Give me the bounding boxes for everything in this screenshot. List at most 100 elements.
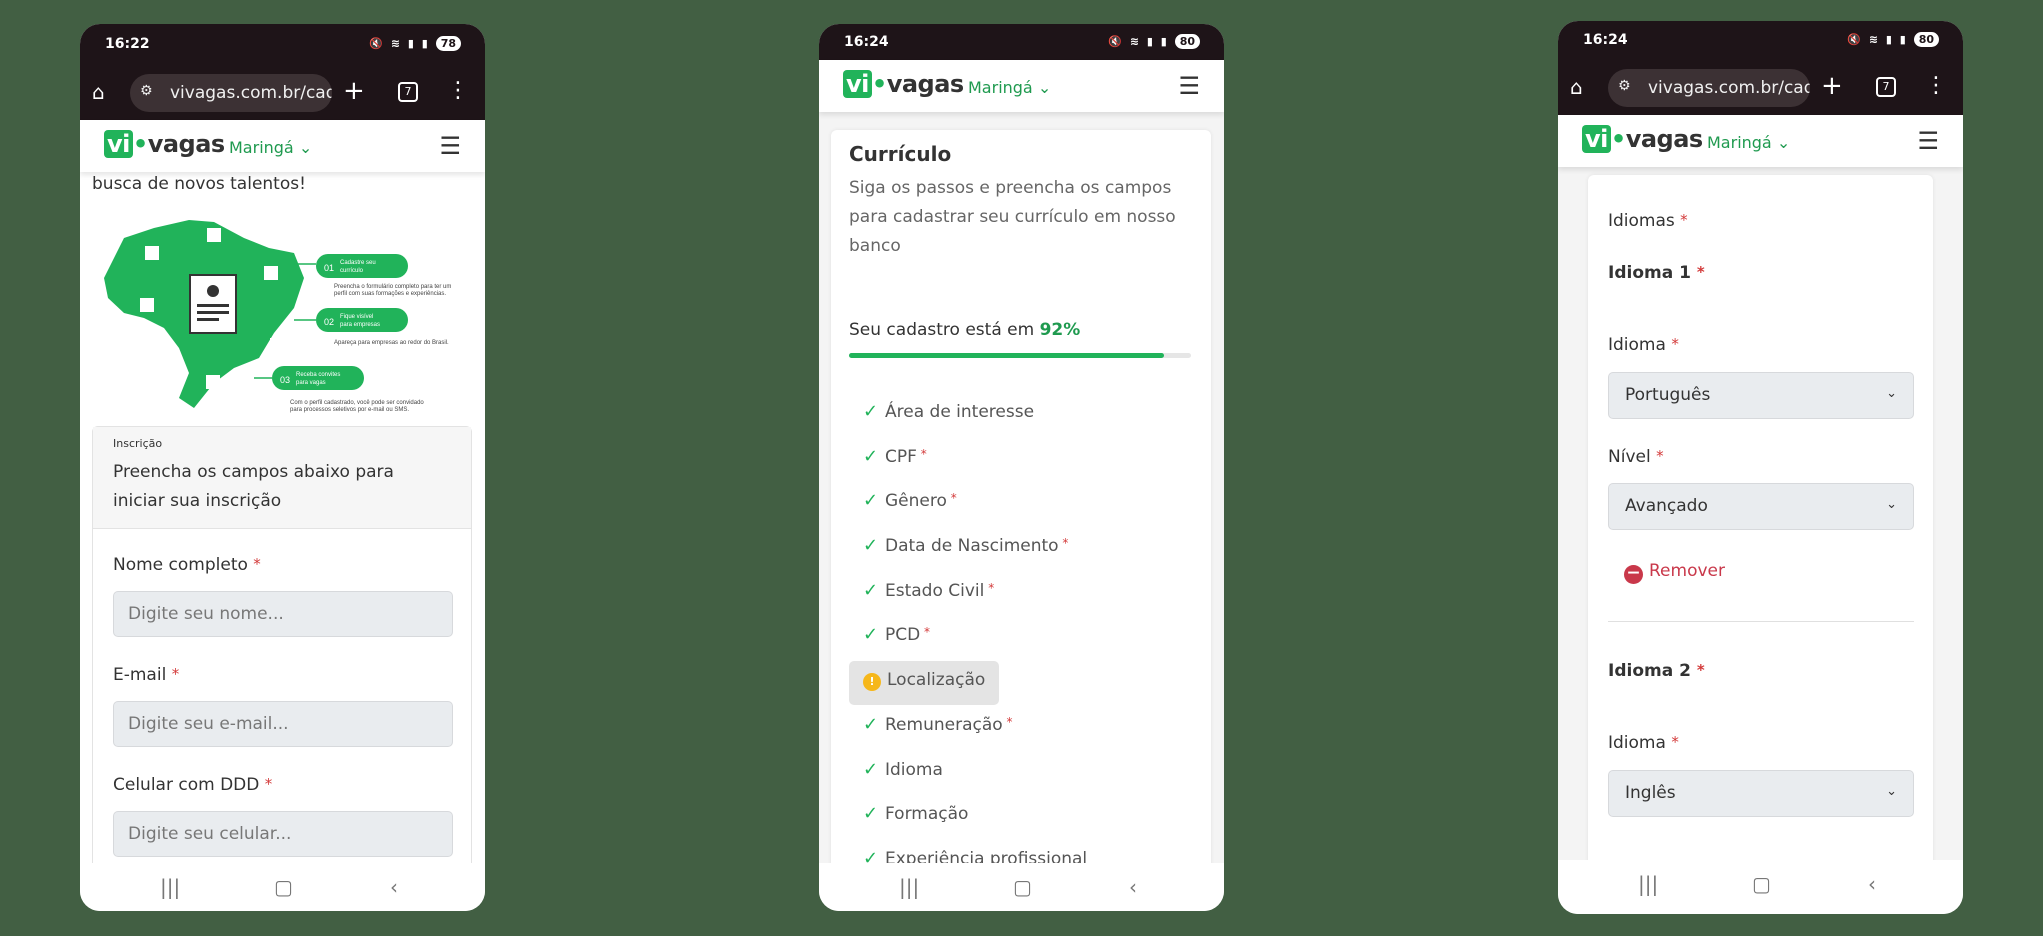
- status-time: 16:24: [1583, 32, 1628, 48]
- language-1-idioma-label: Idioma *: [1608, 335, 1679, 355]
- site-header: vi •vagas Maringá ⌄ ☰: [1558, 115, 1963, 167]
- language-2-idioma-label: Idioma *: [1608, 733, 1679, 753]
- battery-icon: 78: [435, 36, 461, 51]
- form-card-header: Inscrição Preencha os campos abaixo para…: [93, 427, 471, 529]
- home-button-icon[interactable]: ▢: [274, 875, 293, 899]
- vivagas-logo[interactable]: vi •vagas: [104, 130, 225, 158]
- svg-text:01: 01: [324, 263, 334, 273]
- tab-switcher-button[interactable]: 7: [398, 82, 418, 102]
- site-settings-icon[interactable]: ⚙: [140, 83, 153, 99]
- status-time: 16:24: [844, 34, 889, 50]
- step-item[interactable]: ✓ Formação: [849, 795, 1189, 840]
- chevron-down-icon: ⌄: [1886, 386, 1897, 401]
- building-icon: [207, 228, 221, 242]
- vivagas-logo[interactable]: vi •vagas: [1582, 125, 1703, 153]
- svg-text:Preencha o formulário completo: Preencha o formulário completo para ter …: [334, 284, 451, 290]
- city-selector[interactable]: Maringá ⌄: [1707, 133, 1790, 152]
- chevron-down-icon: ⌄: [1886, 784, 1897, 799]
- language-2-select[interactable]: Inglês ⌄: [1608, 770, 1914, 817]
- city-selector[interactable]: Maringá ⌄: [968, 78, 1051, 97]
- email-label: E-mail *: [113, 665, 180, 685]
- name-label: Nome completo *: [113, 555, 261, 575]
- brazil-map-infographic: 01 Cadastre seu currículo Preencha o for…: [104, 220, 451, 413]
- status-icons: 🔇 ≋ ▮ ▮ 78: [369, 36, 461, 51]
- step-item[interactable]: ✓ Idioma: [849, 751, 1189, 796]
- status-time: 16:22: [105, 36, 150, 52]
- required-mark: *: [984, 580, 995, 595]
- step-label: Localização: [887, 670, 986, 691]
- chevron-down-icon: ⌄: [298, 138, 313, 157]
- step-label: Estado Civil *: [885, 580, 995, 601]
- back-icon[interactable]: ‹: [390, 875, 398, 899]
- phone-screen-signup: 16:22 🔇 ≋ ▮ ▮ 78 ⌂ ⚙ vivagas.com.br/cada…: [80, 24, 485, 911]
- progress-text: Seu cadastro está em 92%: [849, 320, 1081, 340]
- page-content: Idiomas * Idioma 1 * Idioma * Português ⌄…: [1558, 167, 1963, 865]
- step-item[interactable]: ✓ Gênero *: [849, 482, 1189, 527]
- browser-menu-icon[interactable]: ⋮: [1925, 73, 1947, 98]
- divider: [1608, 621, 1914, 622]
- language-2-title: Idioma 2 *: [1608, 661, 1705, 681]
- email-input[interactable]: Digite seu e-mail...: [113, 701, 453, 747]
- back-icon[interactable]: ‹: [1868, 872, 1876, 896]
- browser-menu-icon[interactable]: ⋮: [447, 78, 469, 103]
- step-item[interactable]: ✓ Área de interesse: [849, 393, 1189, 438]
- home-icon[interactable]: ⌂: [92, 80, 105, 104]
- logo-drop: •: [871, 70, 887, 98]
- warning-icon: !: [863, 673, 881, 692]
- site-header: vi •vagas Maringá ⌄ ☰: [819, 60, 1224, 112]
- step-item[interactable]: ✓ Data de Nascimento *: [849, 527, 1189, 572]
- phone-screen-curriculum: 16:24 🔇 ≋ ▮ ▮ 80 vi •vagas Maringá ⌄ ☰ Cu…: [819, 24, 1224, 911]
- page-content: busca de novos talentos! 01 Cadastre seu…: [80, 172, 485, 863]
- step-label: Gênero *: [885, 491, 957, 512]
- language-1-level-select[interactable]: Avançado ⌄: [1608, 483, 1914, 530]
- step-item[interactable]: ✓ Experiência profissional: [849, 840, 1189, 863]
- new-tab-icon[interactable]: +: [1821, 71, 1843, 101]
- remove-language-button[interactable]: − Remover: [1624, 561, 1725, 584]
- logo-drop: •: [1610, 125, 1626, 153]
- tab-switcher-button[interactable]: 7: [1876, 77, 1896, 97]
- step-label: Remuneração *: [885, 714, 1013, 735]
- step-item[interactable]: ! Localização: [849, 661, 1189, 706]
- check-icon: ✓: [863, 847, 879, 863]
- progress-value: 92%: [1039, 320, 1081, 340]
- url-text: vivagas.com.br/cada: [1648, 78, 1810, 98]
- language-1-select[interactable]: Português ⌄: [1608, 372, 1914, 419]
- recent-apps-icon[interactable]: |||: [160, 875, 180, 899]
- required-mark: *: [171, 665, 180, 683]
- android-nav-bar: ||| ▢ ‹: [819, 863, 1224, 911]
- new-tab-icon[interactable]: +: [343, 76, 365, 106]
- vivagas-logo[interactable]: vi •vagas: [843, 70, 964, 98]
- step-item[interactable]: ✓ Estado Civil *: [849, 572, 1189, 617]
- hamburger-menu-icon[interactable]: ☰: [439, 132, 461, 160]
- svg-text:Fique visível: Fique visível: [340, 314, 373, 320]
- step-item[interactable]: ✓ CPF *: [849, 438, 1189, 483]
- chevron-down-icon: ⌄: [1776, 133, 1791, 152]
- recent-apps-icon[interactable]: |||: [1638, 872, 1658, 896]
- building-icon: [264, 266, 278, 280]
- hamburger-menu-icon[interactable]: ☰: [1917, 127, 1939, 155]
- home-button-icon[interactable]: ▢: [1013, 875, 1032, 899]
- required-mark: *: [946, 491, 957, 506]
- step-item[interactable]: ✓ Remuneração *: [849, 706, 1189, 751]
- back-icon[interactable]: ‹: [1129, 875, 1137, 899]
- address-bar[interactable]: ⚙ vivagas.com.br/cada: [130, 74, 332, 112]
- phone-screen-languages: 16:24 🔇 ≋ ▮ ▮ 80 ⌂ ⚙ vivagas.com.br/cada…: [1558, 21, 1963, 914]
- step-item[interactable]: ✓ PCD *: [849, 616, 1189, 661]
- address-bar[interactable]: ⚙ vivagas.com.br/cada: [1608, 69, 1810, 107]
- name-input[interactable]: Digite seu nome...: [113, 591, 453, 637]
- site-settings-icon[interactable]: ⚙: [1618, 78, 1631, 94]
- svg-text:para processos seletivos por e: para processos seletivos por e-mail ou S…: [290, 407, 409, 413]
- phone-input[interactable]: Digite seu celular...: [113, 811, 453, 857]
- language-1-level-label: Nível *: [1608, 447, 1664, 467]
- home-icon[interactable]: ⌂: [1570, 75, 1583, 99]
- check-icon: ✓: [863, 713, 879, 735]
- browser-toolbar: ⌂ ⚙ vivagas.com.br/cada + 7 ⋮: [1558, 61, 1963, 115]
- building-icon: [140, 298, 154, 312]
- status-bar: 16:24 🔇 ≋ ▮ ▮ 80: [1558, 21, 1963, 61]
- city-selector[interactable]: Maringá ⌄: [229, 138, 312, 157]
- hamburger-menu-icon[interactable]: ☰: [1178, 72, 1200, 100]
- recent-apps-icon[interactable]: |||: [899, 875, 919, 899]
- svg-text:03: 03: [280, 375, 290, 385]
- home-button-icon[interactable]: ▢: [1752, 872, 1771, 896]
- svg-text:perfil com suas formações e ex: perfil com suas formações e experiências…: [334, 291, 446, 297]
